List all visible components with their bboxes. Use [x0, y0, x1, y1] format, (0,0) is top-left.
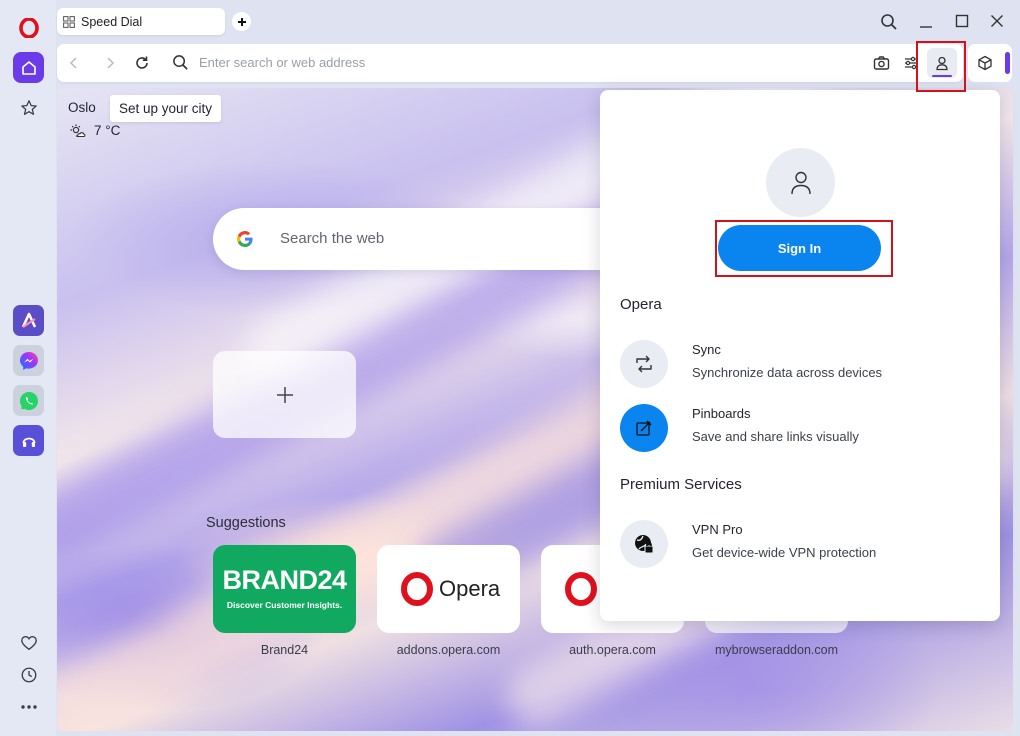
setup-city-tooltip[interactable]: Set up your city [110, 95, 222, 122]
new-tab-button[interactable] [232, 12, 251, 31]
pinboards-description: Save and share links visually [692, 429, 859, 444]
suggestion-label: addons.opera.com [396, 643, 501, 657]
sync-icon[interactable] [620, 340, 668, 388]
vpn-pro-description: Get device-wide VPN protection [692, 545, 877, 560]
search-icon [172, 54, 189, 76]
minimize-icon[interactable] [918, 13, 934, 34]
google-icon [236, 230, 254, 253]
section-opera-title: Opera [620, 296, 662, 313]
search-tabs-icon[interactable] [880, 13, 898, 36]
weather-temperature: 7 °C [94, 123, 121, 138]
sun-cloud-icon [70, 124, 86, 138]
maximize-icon[interactable] [954, 13, 970, 34]
suggestion-label: Brand24 [260, 643, 309, 657]
home-icon[interactable] [13, 52, 44, 83]
heart-icon[interactable] [13, 627, 44, 658]
profile-popup: Sign In Opera Sync Synchronize data acro… [600, 90, 1000, 621]
sidebar [0, 0, 56, 736]
vpn-icon[interactable] [620, 520, 668, 568]
messenger-icon[interactable] [13, 345, 44, 376]
forward-icon[interactable] [102, 55, 118, 76]
weather-city[interactable]: Oslo [68, 100, 96, 115]
opera-logo-icon [565, 572, 597, 611]
speed-dial-grid-icon [63, 15, 75, 28]
aria-icon[interactable] [13, 305, 44, 336]
cube-icon[interactable] [977, 55, 993, 76]
suggestions-heading: Suggestions [206, 515, 286, 531]
plus-icon [276, 386, 293, 403]
tab-title: Speed Dial [81, 14, 143, 29]
close-icon[interactable] [989, 13, 1005, 34]
more-icon[interactable] [13, 691, 44, 722]
search-input[interactable]: Search the web [280, 230, 384, 247]
brand24-logo: BRAND24 [222, 565, 347, 595]
pinboards-title[interactable]: Pinboards [692, 406, 751, 421]
suggestion-label: auth.opera.com [569, 643, 656, 657]
suggestion-label: mybrowseraddon.com [715, 643, 838, 657]
opera-wordmark: Opera [439, 576, 501, 601]
camera-icon[interactable] [873, 55, 890, 76]
back-icon[interactable] [66, 55, 82, 76]
whatsapp-icon[interactable] [13, 385, 44, 416]
web-search-box[interactable]: Search the web [213, 208, 633, 270]
plus-icon [237, 17, 246, 26]
weather-widget[interactable]: 7 °C [70, 123, 120, 138]
suggestion-tile-brand24[interactable]: BRAND24 Discover Customer Insights. [213, 545, 356, 633]
avatar [766, 148, 835, 217]
address-bar: Enter search or web address [57, 44, 963, 82]
highlight-profile-button [916, 41, 966, 92]
brand24-tagline: Discover Customer Insights. [226, 600, 343, 610]
sync-title[interactable]: Sync [692, 342, 721, 357]
reload-icon[interactable] [134, 55, 150, 76]
sidebar-indicator [1005, 52, 1010, 74]
suggestion-tile-addons-opera[interactable]: Opera [377, 545, 520, 633]
section-premium-title: Premium Services [620, 476, 742, 493]
profile-icon [790, 171, 811, 194]
sync-description: Synchronize data across devices [692, 365, 883, 380]
add-site-tile[interactable] [213, 351, 356, 438]
star-icon[interactable] [13, 92, 44, 123]
tab-speed-dial[interactable]: Speed Dial [57, 8, 225, 35]
address-input[interactable]: Enter search or web address [199, 55, 365, 70]
pinboards-icon[interactable] [620, 404, 668, 452]
opera-logo-icon [401, 572, 433, 611]
opera-logo-icon[interactable] [13, 12, 44, 43]
music-player-icon[interactable] [13, 425, 44, 456]
vpn-pro-title[interactable]: VPN Pro [692, 522, 743, 537]
highlight-sign-in-button [715, 220, 893, 277]
clock-icon[interactable] [13, 659, 44, 690]
extensions-area [968, 44, 1012, 82]
